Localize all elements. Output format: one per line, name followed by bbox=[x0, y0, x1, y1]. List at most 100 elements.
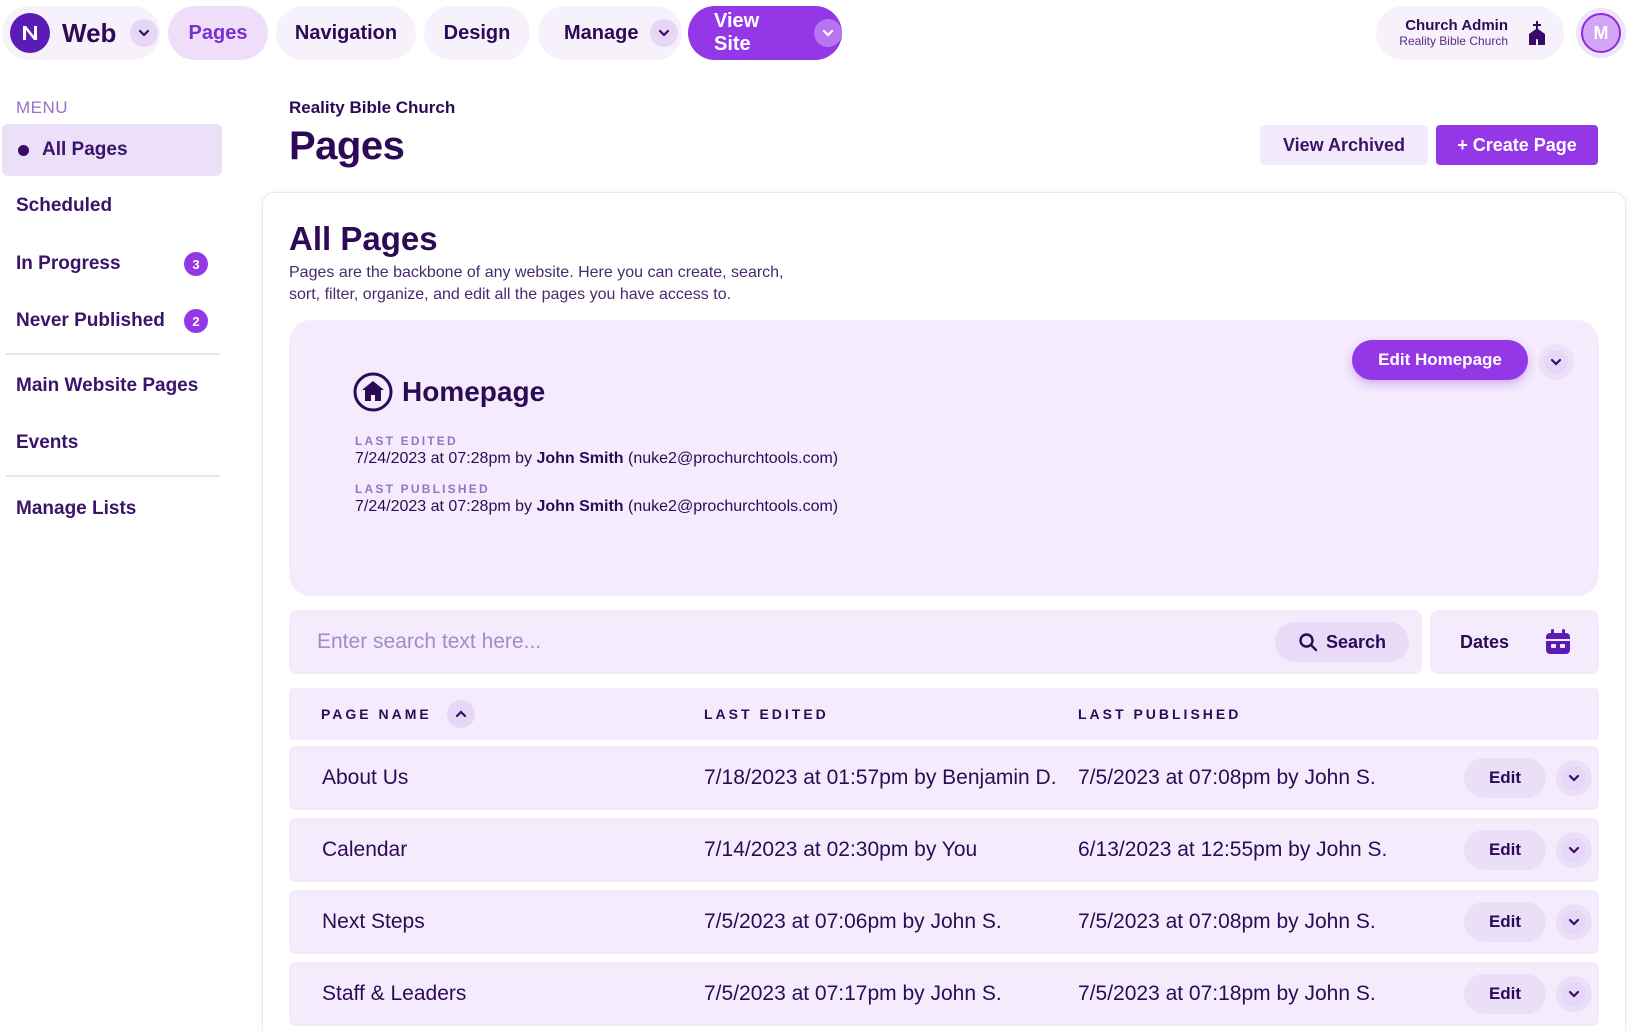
tab-navigation-label: Navigation bbox=[294, 21, 398, 44]
last-published-value: 7/24/2023 at 07:28pm by John Smith (nuke… bbox=[355, 498, 838, 516]
row-options-button[interactable] bbox=[1556, 832, 1592, 868]
tab-design[interactable]: Design bbox=[424, 6, 530, 60]
chevron-down-icon bbox=[1562, 982, 1586, 1006]
tab-pages[interactable]: Pages bbox=[168, 6, 268, 60]
table-row: About Us 7/18/2023 at 01:57pm by Benjami… bbox=[289, 746, 1599, 810]
last-published-cell: 6/13/2023 at 12:55pm by John S. bbox=[1078, 838, 1388, 861]
search-button-label: Search bbox=[1325, 631, 1387, 652]
column-header-page-name[interactable]: PAGE NAME bbox=[321, 706, 432, 722]
sidebar-divider bbox=[6, 475, 220, 477]
app-logo-icon bbox=[10, 13, 50, 53]
last-published-cell: 7/5/2023 at 07:08pm by John S. bbox=[1078, 766, 1376, 789]
sidebar-divider bbox=[6, 353, 220, 355]
table-header: PAGE NAME LAST EDITED LAST PUBLISHED bbox=[289, 688, 1599, 740]
table-row: Next Steps 7/5/2023 at 07:06pm by John S… bbox=[289, 890, 1599, 954]
last-edited-user: John Smith bbox=[536, 450, 624, 467]
sidebar-item-main-website-pages[interactable]: Main Website Pages bbox=[2, 360, 222, 412]
column-header-last-published[interactable]: LAST PUBLISHED bbox=[1078, 706, 1241, 722]
page-name-cell[interactable]: Calendar bbox=[322, 838, 407, 862]
chevron-down-icon bbox=[1562, 766, 1586, 790]
app-name: Web bbox=[62, 17, 117, 48]
homepage-options-button[interactable] bbox=[1538, 344, 1574, 380]
last-published-cell: 7/5/2023 at 07:08pm by John S. bbox=[1078, 910, 1376, 933]
view-site-button[interactable]: View Site bbox=[688, 6, 842, 60]
sidebar-item-never-published[interactable]: Never Published 2 bbox=[2, 295, 222, 347]
last-edited-cell: 7/5/2023 at 07:06pm by John S. bbox=[704, 910, 1002, 933]
account-switcher[interactable]: Church Admin Reality Bible Church bbox=[1376, 6, 1564, 60]
chevron-down-icon bbox=[1562, 838, 1586, 862]
tab-navigation[interactable]: Navigation bbox=[276, 6, 416, 60]
sidebar-item-scheduled[interactable]: Scheduled bbox=[2, 180, 222, 232]
table-row: Staff & Leaders 7/5/2023 at 07:17pm by J… bbox=[289, 962, 1599, 1026]
tab-pages-label: Pages bbox=[188, 21, 248, 44]
homepage-title: Homepage bbox=[402, 376, 546, 407]
edit-homepage-button[interactable]: Edit Homepage bbox=[1352, 340, 1528, 380]
section-description: Pages are the backbone of any website. H… bbox=[289, 264, 784, 303]
count-badge: 2 bbox=[184, 309, 208, 333]
last-published-cell: 7/5/2023 at 07:18pm by John S. bbox=[1078, 982, 1376, 1005]
view-archived-button[interactable]: View Archived bbox=[1260, 125, 1428, 165]
row-options-button[interactable] bbox=[1556, 976, 1592, 1012]
sidebar-item-events[interactable]: Events bbox=[2, 417, 222, 469]
last-edited-value: 7/24/2023 at 07:28pm by John Smith (nuke… bbox=[355, 450, 838, 468]
count-badge: 3 bbox=[184, 252, 208, 276]
active-dot-icon bbox=[18, 145, 29, 156]
last-edited-cell: 7/18/2023 at 01:57pm by Benjamin D. bbox=[704, 766, 1057, 789]
last-edited-label: LAST EDITED bbox=[355, 434, 458, 448]
sidebar-item-label: In Progress bbox=[16, 253, 121, 274]
page-name-cell[interactable]: About Us bbox=[322, 766, 408, 790]
chevron-down-icon[interactable] bbox=[814, 19, 842, 47]
edit-button[interactable]: Edit bbox=[1464, 830, 1546, 870]
search-button[interactable]: Search bbox=[1275, 622, 1409, 662]
last-published-label: LAST PUBLISHED bbox=[355, 482, 490, 496]
search-bar: Search bbox=[289, 610, 1422, 674]
sidebar-item-in-progress[interactable]: In Progress 3 bbox=[2, 238, 222, 290]
chevron-down-icon bbox=[1544, 350, 1568, 374]
avatar-initial: M bbox=[1581, 13, 1621, 53]
app-switcher[interactable]: Web bbox=[2, 6, 160, 60]
page-title: Pages bbox=[289, 124, 405, 168]
sidebar-item-all-pages[interactable]: All Pages bbox=[2, 124, 222, 176]
edit-button[interactable]: Edit bbox=[1464, 974, 1546, 1014]
sidebar-item-label: Manage Lists bbox=[16, 498, 137, 519]
sort-ascending-button[interactable] bbox=[447, 700, 475, 728]
last-edited-cell: 7/5/2023 at 07:17pm by John S. bbox=[704, 982, 1002, 1005]
dates-label: Dates bbox=[1460, 632, 1510, 652]
dates-filter[interactable]: Dates bbox=[1430, 610, 1599, 674]
row-options-button[interactable] bbox=[1556, 904, 1592, 940]
chevron-down-icon[interactable] bbox=[130, 19, 159, 47]
sidebar-item-label: Never Published bbox=[16, 310, 165, 331]
sidebar-item-label: All Pages bbox=[42, 139, 128, 160]
sidebar-item-manage-lists[interactable]: Manage Lists bbox=[2, 483, 222, 535]
row-options-button[interactable] bbox=[1556, 760, 1592, 796]
search-icon bbox=[1299, 633, 1318, 652]
edit-button[interactable]: Edit bbox=[1464, 758, 1546, 798]
last-edited-cell: 7/14/2023 at 02:30pm by You bbox=[704, 838, 978, 861]
top-navigation-bar: Web Pages Navigation Design Manage View … bbox=[0, 0, 1632, 66]
last-published-date: 7/24/2023 at 07:28pm by bbox=[355, 498, 537, 515]
create-page-button[interactable]: + Create Page bbox=[1436, 125, 1598, 165]
user-avatar[interactable]: M bbox=[1576, 8, 1626, 58]
page-name-cell[interactable]: Next Steps bbox=[322, 910, 425, 934]
homepage-card: Homepage LAST EDITED 7/24/2023 at 07:28p… bbox=[289, 320, 1599, 596]
edit-button[interactable]: Edit bbox=[1464, 902, 1546, 942]
chevron-down-icon[interactable] bbox=[650, 19, 679, 47]
search-input[interactable] bbox=[317, 626, 1217, 658]
tab-design-label: Design bbox=[443, 21, 511, 44]
page-name-cell[interactable]: Staff & Leaders bbox=[322, 982, 466, 1006]
home-icon bbox=[353, 372, 393, 412]
calendar-icon bbox=[1546, 629, 1570, 654]
account-org: Reality Bible Church bbox=[1399, 34, 1508, 48]
chevron-down-icon bbox=[1562, 910, 1586, 934]
last-edited-date: 7/24/2023 at 07:28pm by bbox=[355, 450, 537, 467]
last-edited-email: (nuke2@prochurchtools.com) bbox=[623, 450, 839, 467]
chevron-up-icon bbox=[455, 710, 467, 718]
view-site-label: View Site bbox=[714, 10, 760, 55]
column-header-last-edited[interactable]: LAST EDITED bbox=[704, 706, 829, 722]
tab-manage[interactable]: Manage bbox=[538, 6, 682, 60]
table-row: Calendar 7/14/2023 at 02:30pm by You 6/1… bbox=[289, 818, 1599, 882]
organization-name: Reality Bible Church bbox=[289, 98, 456, 117]
section-title: All Pages bbox=[289, 220, 438, 257]
last-published-user: John Smith bbox=[536, 498, 624, 515]
account-name: Church Admin bbox=[1405, 17, 1508, 34]
